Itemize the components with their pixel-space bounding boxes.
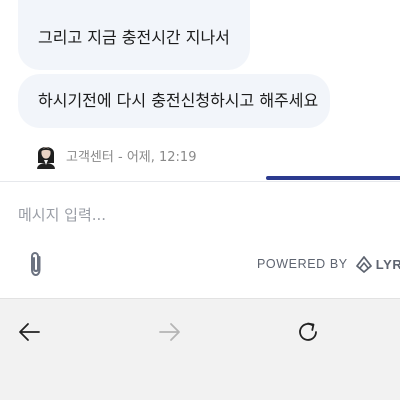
reload-icon <box>299 322 317 341</box>
message-text: 그리고 지금 충전시간 지나서 <box>38 28 230 47</box>
message-list: 그리고 지금 충전시간 지나서 하시기전에 다시 충전신청하시고 해주세요 고객… <box>0 0 400 182</box>
message-input[interactable] <box>18 202 378 228</box>
message-time: 어제, 12:19 <box>126 149 197 165</box>
sender-name: 고객센터 <box>66 149 114 165</box>
brand-name: LYRO <box>375 256 400 272</box>
agent-avatar <box>34 141 58 169</box>
paperclip-icon[interactable] <box>26 250 46 278</box>
chat-widget: 그리고 지금 충전시간 지나서 하시기전에 다시 충전신청하시고 해주세요 고객… <box>0 0 400 400</box>
composer: POWERED BY LYRO <box>0 182 400 298</box>
powered-by-badge[interactable]: POWERED BY LYRO <box>257 254 400 274</box>
message-meta-text: 고객센터 - 어제, 12:19 <box>66 146 196 165</box>
accent-indicator <box>266 176 400 180</box>
browser-toolbar <box>0 298 400 400</box>
message-text: 하시기전에 다시 충전신청하시고 해주세요 <box>38 91 319 110</box>
lyro-logo-icon <box>354 254 374 274</box>
message-bubble: 그리고 지금 충전시간 지나서 <box>18 0 250 70</box>
message-meta: 고객센터 - 어제, 12:19 <box>34 140 196 170</box>
message-bubble: 하시기전에 다시 충전신청하시고 해주세요 <box>18 74 330 128</box>
forward-button[interactable] <box>154 317 184 347</box>
powered-by-label: POWERED BY <box>257 257 348 271</box>
reload-button[interactable] <box>293 317 323 347</box>
back-button[interactable] <box>15 317 45 347</box>
arrow-right-icon <box>159 323 180 341</box>
arrow-left-icon <box>19 323 40 341</box>
meta-separator: - <box>113 149 127 165</box>
